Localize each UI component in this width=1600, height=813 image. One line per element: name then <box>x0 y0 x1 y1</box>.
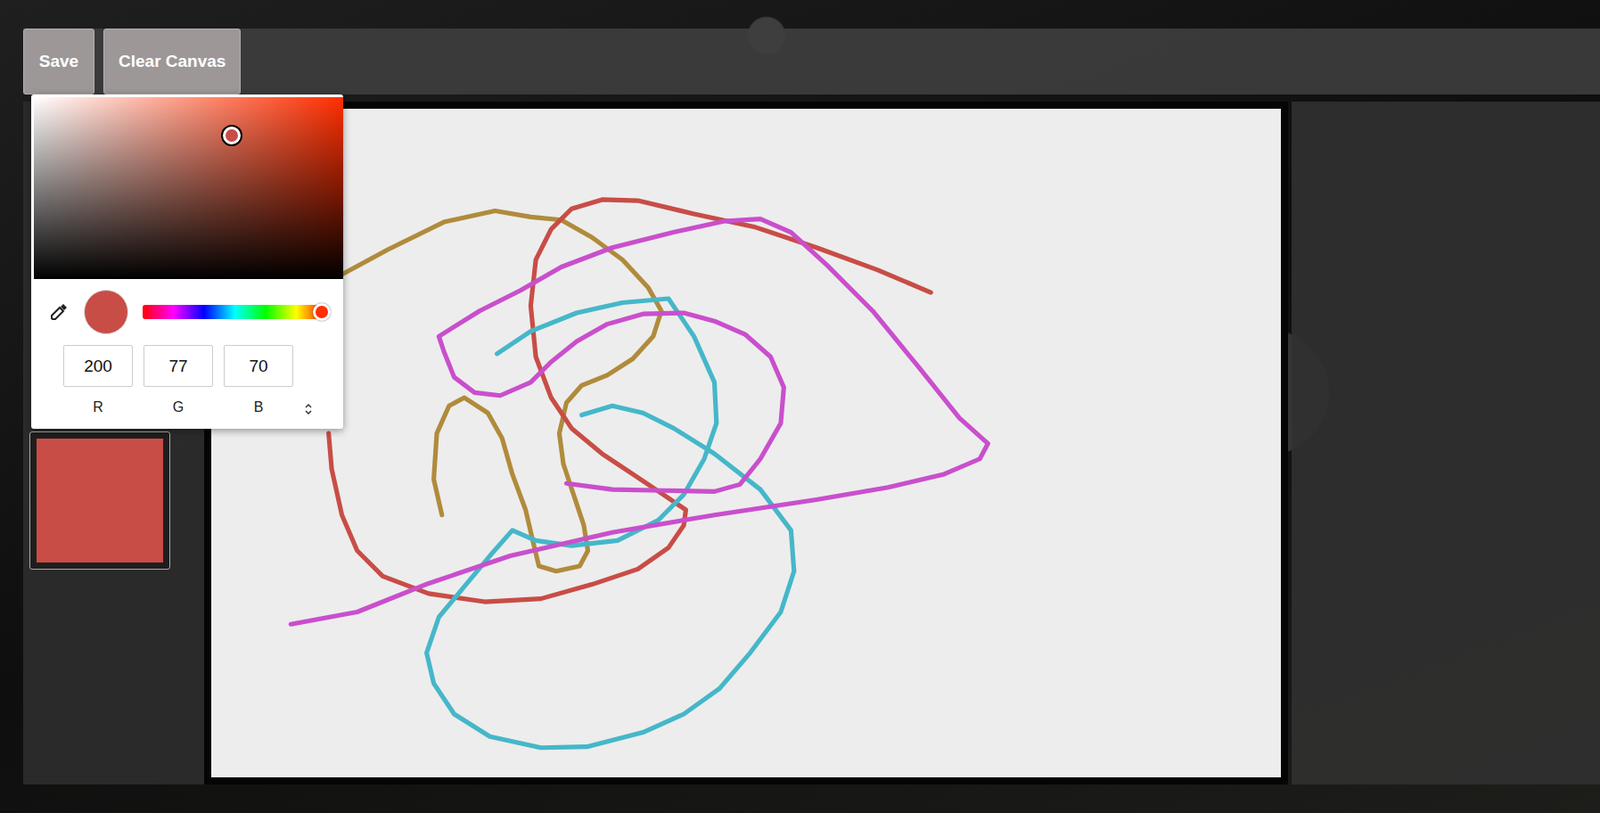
drawing-canvas[interactable] <box>211 108 1281 778</box>
channel-input[interactable] <box>63 344 133 387</box>
channel-field: R <box>63 344 133 416</box>
toolbar-button[interactable]: Save <box>23 28 95 95</box>
channel-field: G <box>143 344 214 416</box>
right-panel <box>1291 101 1600 785</box>
color-picker: RGB <box>31 94 344 429</box>
channel-input[interactable] <box>143 344 214 387</box>
app-page: SaveClear Canvas R G B <box>0 0 1600 813</box>
brush-stroke <box>336 211 662 572</box>
color-preview <box>83 289 129 335</box>
brush-stroke <box>426 298 795 748</box>
channel-label: B <box>254 399 264 416</box>
toolbar: SaveClear Canvas <box>23 28 1600 95</box>
current-color-fill <box>36 438 164 563</box>
channel-label: R <box>92 399 104 416</box>
channel-field: B <box>223 344 294 416</box>
brush-stroke <box>290 219 988 625</box>
hue-handle[interactable] <box>312 303 331 321</box>
saturation-handle[interactable] <box>222 126 241 145</box>
rgb-inputs: RGB <box>33 334 344 417</box>
current-color-swatch[interactable] <box>29 431 171 570</box>
mode-toggle-icon[interactable] <box>303 402 313 417</box>
hue-slider[interactable] <box>142 304 328 320</box>
picker-controls <box>33 278 344 335</box>
toolbar-button[interactable]: Clear Canvas <box>103 28 241 95</box>
channel-input[interactable] <box>223 344 294 387</box>
canvas-frame <box>204 101 1289 785</box>
saturation-area[interactable] <box>33 97 344 279</box>
eyedropper-icon[interactable] <box>48 301 70 323</box>
brush-stroke <box>328 199 932 602</box>
channel-label: G <box>172 399 184 416</box>
